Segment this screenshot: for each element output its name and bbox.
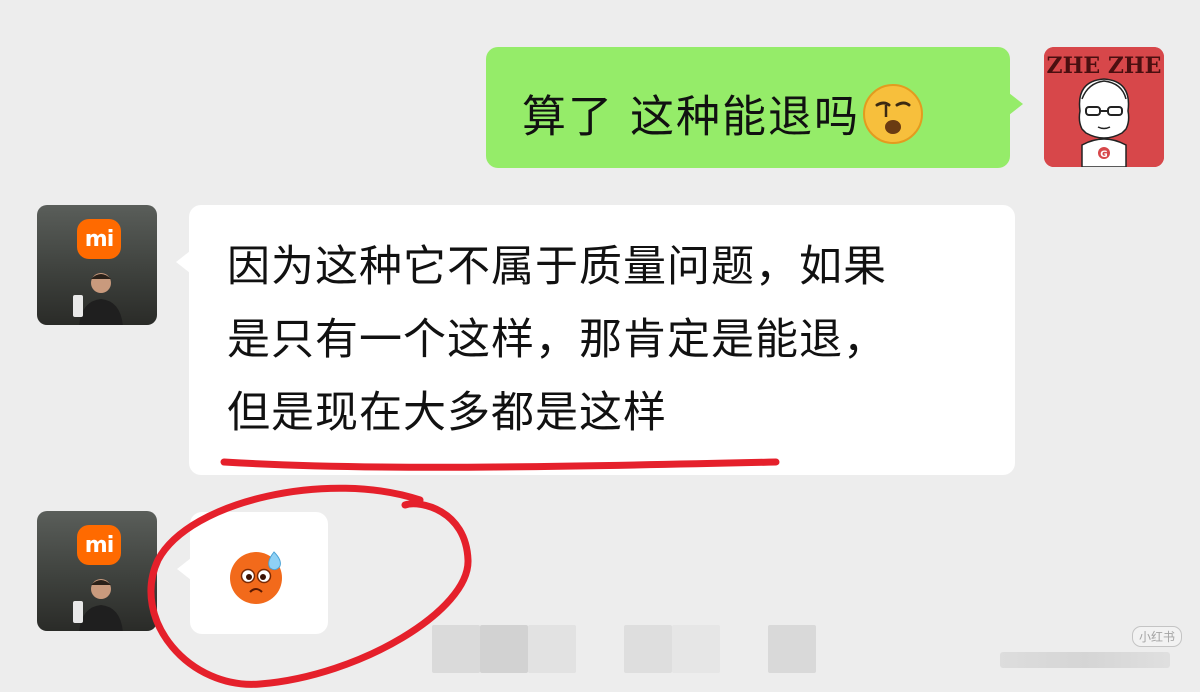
person-photo-icon bbox=[73, 579, 123, 631]
message-text: 算了 这种能退吗 bbox=[522, 91, 860, 143]
zhe-zhe-avatar-illustration-icon: ZHE ZHE G bbox=[1044, 47, 1164, 167]
my-avatar[interactable]: ZHE ZHE G bbox=[1044, 47, 1164, 167]
chat-area: 算了 这种能退吗 ZHE ZHE G mi 因为这种它不属于质量问题，如果 是只… bbox=[0, 0, 1200, 692]
avatar-caption: ZHE ZHE bbox=[1047, 53, 1162, 79]
blurred-content bbox=[432, 625, 850, 673]
mi-logo-icon: mi bbox=[77, 219, 121, 259]
message-line: 因为这种它不属于质量问题，如果 bbox=[227, 242, 887, 292]
avatar-initial: G bbox=[1100, 150, 1107, 160]
received-emoji-bubble[interactable] bbox=[177, 512, 328, 634]
xiaohongshu-watermark: 小红书 bbox=[1132, 626, 1183, 647]
message-line: 但是现在大多都是这样 bbox=[227, 388, 667, 438]
sleepy-face-emoji-icon bbox=[862, 83, 924, 156]
sent-message-text: 算了 这种能退吗 bbox=[522, 83, 924, 156]
bubble-tail bbox=[176, 251, 190, 273]
sent-message-bubble[interactable]: 算了 这种能退吗 bbox=[486, 47, 1023, 168]
anxious-sweat-face-emoji-icon bbox=[230, 551, 282, 604]
blurred-content bbox=[1000, 652, 1170, 668]
received-message-text: 因为这种它不属于质量问题，如果 是只有一个这样，那肯定是能退， 但是现在大多都是… bbox=[227, 231, 997, 450]
mi-logo-icon: mi bbox=[77, 525, 121, 565]
person-photo-icon bbox=[73, 273, 123, 325]
bubble-tail bbox=[1009, 93, 1023, 115]
received-message-bubble[interactable]: 因为这种它不属于质量问题，如果 是只有一个这样，那肯定是能退， 但是现在大多都是… bbox=[176, 205, 1015, 475]
message-line: 是只有一个这样，那肯定是能退， bbox=[227, 315, 887, 365]
shop-avatar[interactable]: mi bbox=[37, 511, 157, 631]
shop-avatar[interactable]: mi bbox=[37, 205, 157, 325]
bubble-tail bbox=[177, 558, 191, 580]
